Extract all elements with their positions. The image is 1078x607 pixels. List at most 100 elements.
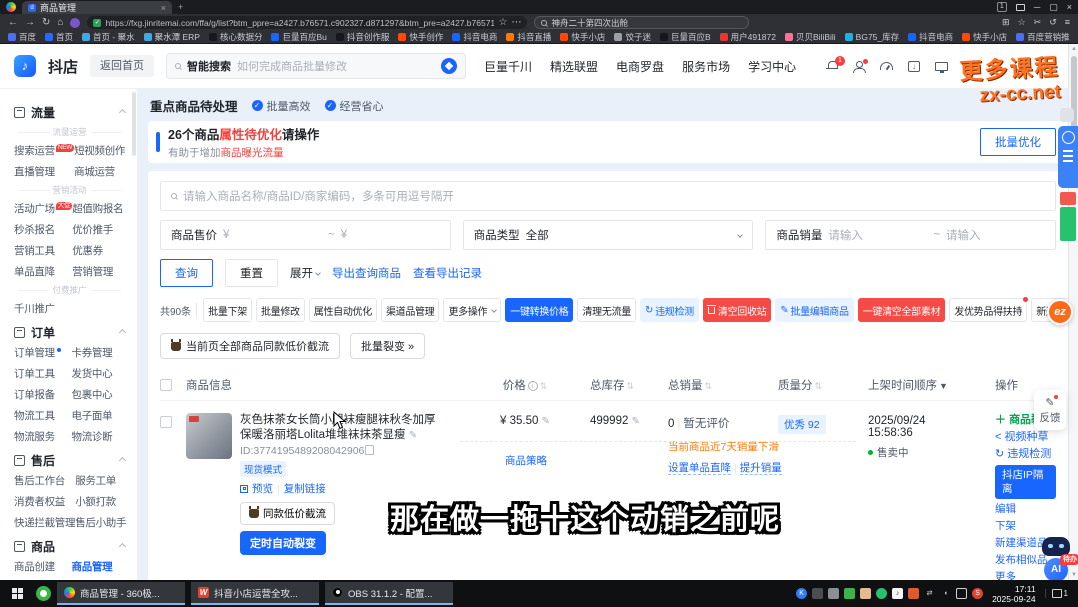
tray-icon[interactable] [876,588,887,599]
bookmark[interactable]: 饺子迷 [614,31,651,43]
edit-link[interactable]: 编辑 [995,502,1056,516]
wechat-icon[interactable] [844,588,855,599]
batch-optimize-button[interactable]: 批量优化 [980,128,1056,156]
bookmark[interactable]: 抖音电商 [908,31,953,43]
sidebar-item[interactable]: 包裹中心 [72,387,130,402]
side-widget-red[interactable] [1060,192,1076,205]
mic-icon[interactable]: ♪ [892,588,903,599]
new-support-button[interactable]: 发优势品得扶持 [949,298,1027,322]
sidebar-section-orders[interactable]: 订单 [14,324,137,341]
bookmark[interactable]: 抖音电商 [452,31,497,43]
tray-app-icon[interactable] [36,586,51,601]
bell-icon[interactable]: 1 [826,61,838,71]
scroll-down-icon[interactable]: ▼ [1069,570,1078,580]
ai-search-icon[interactable] [441,58,457,74]
nav-luopan[interactable]: 电商罗盘 [616,58,664,75]
sidebar-item[interactable]: 营销工具 [14,243,72,258]
tray-icon[interactable]: K [796,588,807,599]
bookmark[interactable]: BG75_库存 [845,31,899,43]
ip-isolation-button[interactable]: 抖店IP隔离 [995,465,1056,499]
sidebar-item[interactable]: 短视频创作 [74,143,129,158]
boost-sales-link[interactable]: 提升销量 [740,462,782,475]
reset-button[interactable]: 重置 [225,259,278,287]
copy-icon[interactable] [367,447,374,455]
violation-check-link[interactable]: ↻ 违规检测 [995,447,1056,461]
sidebar-item[interactable]: 超值购报名 [72,201,129,216]
url-field[interactable]: ✓ https://fxg.jinritemai.com/ffa/g/list?… [87,16,527,29]
favorites-icon[interactable]: ☆ [1018,17,1026,28]
sogou-icon[interactable]: S [972,588,983,599]
video-seeding-link[interactable]: < 视频种草 [995,430,1056,444]
sidebar-item[interactable]: 秒杀报名 [14,222,72,237]
bookmark[interactable]: 用户491872 [720,31,776,43]
doudian-logo[interactable]: ♪ [14,55,36,77]
sidebar-item[interactable]: 发货中心 [72,366,130,381]
network-icon[interactable]: ⇄ [924,588,935,599]
bookmark-star-icon[interactable]: ☆ [498,17,507,28]
sidebar-item-product-management[interactable]: 商品管理 [72,559,130,574]
volume-icon[interactable]: ◖ [940,588,951,599]
price-range-input[interactable]: 商品售价 ¥ ~ ¥ [160,220,451,250]
bookmark[interactable]: 聚水潭 ERP [144,31,200,43]
copy-link[interactable]: 复制链接 [284,481,326,496]
convert-price-button[interactable]: 一键转换价格 [505,298,573,322]
extension-icon[interactable] [70,18,80,28]
new-tab-button[interactable]: + [178,2,183,12]
sidebar-item[interactable]: 电子面单 [72,408,130,423]
sidebar-section-products[interactable]: 商品 [14,538,137,555]
sidebar-item[interactable]: 服务工单 [75,473,129,488]
nav-learn[interactable]: 学习中心 [748,58,796,75]
product-strategy-link[interactable]: 商品策略 [505,453,547,468]
nav-qianchuan[interactable]: 巨量千川 [484,58,532,75]
browser-logo-icon[interactable] [6,2,16,12]
batch-offshelf-button[interactable]: 批量下架 [203,298,252,322]
same-style-intercept-button[interactable]: 同款低价截流 [240,502,335,525]
home-icon[interactable]: ⌂ [57,17,63,28]
taskbar-task-browser[interactable]: 商品管理 - 360极... [57,582,185,605]
sidebar-item[interactable]: 订单管理 [14,345,72,360]
maximize-button[interactable]: ▢ [1049,2,1058,13]
refresh-icon[interactable]: ↻ [42,17,50,28]
nav-market[interactable]: 服务市场 [682,58,730,75]
start-button[interactable] [4,580,30,607]
bookmark[interactable]: 快手创作 [398,31,443,43]
side-widget-tab[interactable] [1060,108,1074,122]
sidebar-item[interactable]: 千川推广 [14,301,72,316]
intercept-all-button[interactable]: 当前页全部商品同款低价截流 [160,333,340,359]
offshelf-link[interactable]: 下架 [995,519,1056,533]
sidebar-item[interactable]: 搜索运营NEW [14,143,74,158]
preview-link[interactable]: 预览 [252,481,273,496]
tab-count-box[interactable]: 1 [997,2,1007,12]
sidebar-item[interactable]: 售后工作台 [14,473,75,488]
tray-phone-icon[interactable] [828,588,839,599]
back-icon[interactable]: ← [8,17,18,28]
dashboard-icon[interactable] [880,62,893,70]
bookmark[interactable]: 贝贝BiliBili [785,31,836,43]
sidebar-scrollbar[interactable] [132,92,136,156]
monitor-icon[interactable] [935,62,948,71]
minimize-button[interactable]: ─ [1034,2,1040,12]
sidebar-item[interactable]: 单品直降 [14,264,72,279]
contacts-icon[interactable] [860,588,871,599]
bookmark[interactable]: 抖音直播 [506,31,551,43]
sidebar-section-aftersale[interactable]: 售后 [14,452,137,469]
speaker-icon[interactable] [908,588,919,599]
taskbar-task-wps[interactable]: W抖音小店运营全攻... [191,582,319,605]
sidebar-item[interactable]: 订单报备 [14,387,72,402]
single-discount-link[interactable]: 设置单品直降 [668,462,731,475]
scissors-icon[interactable]: ✂ [1034,17,1042,28]
menu-icon[interactable]: ≡ [1065,17,1070,28]
sales-range-input[interactable]: 商品销量 请输入 ~ 请输入 [765,220,1056,250]
edit-icon[interactable]: ✎ [632,416,640,427]
edit-icon[interactable]: ✎ [542,416,550,427]
side-widget-green[interactable] [1060,207,1076,241]
sidebar-item[interactable]: 快递拦截管理 [14,515,75,530]
notification-center[interactable]: 1 [1045,589,1074,598]
select-all-checkbox[interactable] [160,379,172,391]
browser-tab[interactable]: d 商品管理 × [22,1,172,14]
clean-no-traffic-button[interactable]: 清理无流量 [577,298,636,322]
bookmark[interactable]: 首页 [45,31,73,43]
sidebar-item[interactable]: 物流诊断 [72,429,130,444]
export-history-link[interactable]: 查看导出记录 [413,265,482,281]
taskbar-task-obs[interactable]: OBS 31.1.2 - 配置... [325,582,453,605]
